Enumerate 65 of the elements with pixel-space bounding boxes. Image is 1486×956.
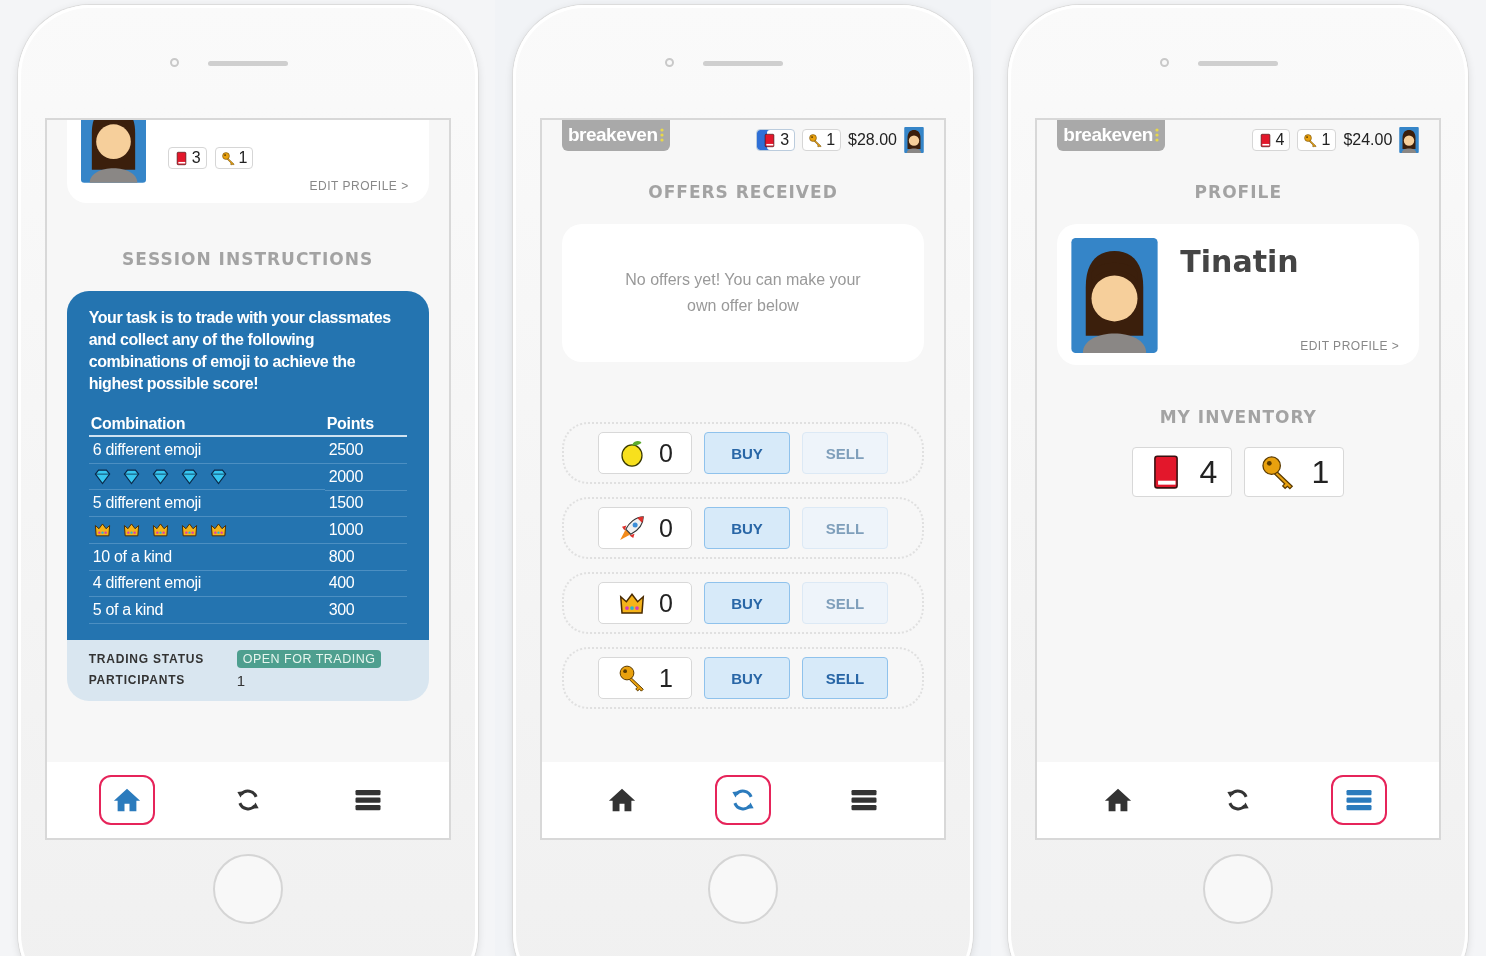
table-cell: 1500 [324,490,407,517]
buy-button[interactable]: BUY [704,582,790,624]
edit-profile-link[interactable]: EDIT PROFILE > [1300,339,1406,353]
count-text: 1 [659,663,673,693]
item-count-badge[interactable]: 1 [1297,129,1337,151]
item-count-badge[interactable]: 4 [1251,129,1291,151]
sell-button[interactable]: SELL [802,657,888,699]
table-cell: 10 of a kind [88,543,325,570]
count-text: 0 [659,588,673,618]
status-value: 1 [236,671,245,689]
column-header: Combination [88,413,325,436]
table-cell: 2000 [324,463,407,490]
empty-message: No offers yet! You can make your own offer below [624,270,862,316]
status-label: TRADING STATUS [88,651,206,666]
table-cell: 400 [324,570,407,597]
count-text: 4 [1199,453,1218,491]
book-icon [1257,132,1273,148]
table-cell: 5 of a kind [88,596,325,623]
balance: $28.00 [848,131,897,149]
buy-button[interactable]: BUY [704,432,790,474]
status-label: PARTICIPANTS [88,673,187,687]
key-icon [1303,132,1319,148]
section-heading: MY INVENTORY [1158,407,1318,427]
profile-name: Tinatin [1180,244,1300,279]
count-text: 1 [826,131,836,149]
section-heading: SESSION INSTRUCTIONS [121,249,375,269]
table-cell: 5 different emoji [88,490,325,517]
buy-button[interactable]: BUY [704,507,790,549]
count-text: 3 [191,149,201,167]
status-badge: OPEN FOR TRADING [236,649,382,668]
book-icon [762,132,778,148]
camera-dot [1160,58,1170,67]
count-text: 1 [1321,131,1331,149]
table-cell: 2500 [324,436,407,463]
table-cell: 300 [324,596,407,623]
count-text: 1 [1311,453,1330,491]
key-icon [220,150,236,166]
book-icon [173,150,189,166]
avatar-icon[interactable] [904,127,924,153]
item-count-badge[interactable]: 1 [802,129,842,151]
instructions-text: Your task is to trade with your classmates and collect any of the following combinations of emoji to achieve the highest possible score! [88,308,392,394]
table-cell: 1000 [324,516,407,544]
dots-icon [1154,128,1159,142]
avatar-icon[interactable] [1399,127,1420,153]
table-cell: 4 different emoji [88,570,325,597]
section-heading: OFFERS RECEIVED [647,182,839,202]
table-cell: 800 [324,543,407,570]
buy-button[interactable]: BUY [704,657,790,699]
count-text: 0 [659,513,673,543]
column-header: Points [324,413,407,436]
count-text: 1 [238,149,248,167]
balance: $24.00 [1343,131,1393,149]
brand-name: breakeven [1063,124,1153,146]
edit-profile-link[interactable]: EDIT PROFILE > [309,179,415,193]
dots-icon [659,128,664,142]
item-count-badge[interactable]: 3 [756,129,796,151]
key-icon [808,132,824,148]
count-text: 0 [659,438,673,468]
count-text: 4 [1275,131,1285,149]
section-heading: PROFILE [1193,182,1283,202]
camera-dot [665,58,674,67]
table-cell: 6 different emoji [88,436,325,463]
brand-name: breakeven [568,124,658,146]
count-text: 3 [780,131,790,149]
camera-dot [169,58,179,67]
